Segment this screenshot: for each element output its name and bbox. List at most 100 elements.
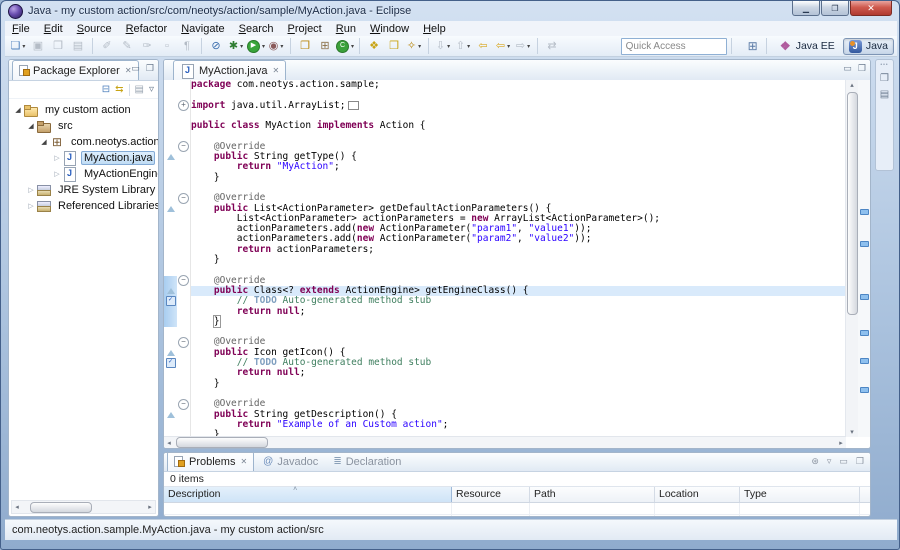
skip-breakpoints-icon[interactable]: ⊘ <box>207 37 225 55</box>
code-editor[interactable]: package com.neotys.action.sample;+import… <box>164 80 846 437</box>
collapse-arrow-icon[interactable]: ◢ <box>26 122 36 130</box>
close-window-button[interactable]: ✕ <box>850 1 892 16</box>
debug-icon-dropdown[interactable]: ▾ <box>240 43 243 50</box>
open-resource-icon[interactable]: ❒ <box>385 37 403 55</box>
menu-file[interactable]: File <box>5 23 37 35</box>
overview-marker[interactable] <box>860 241 869 247</box>
maximize-view-icon[interactable]: ❐ <box>856 456 864 467</box>
scroll-right-icon[interactable]: ▸ <box>145 503 155 511</box>
restore-view-icon[interactable]: ❐ <box>880 73 889 84</box>
drag-handle[interactable]: ••• <box>880 62 888 68</box>
run-icon[interactable]: ▶▾ <box>247 37 265 55</box>
perspective-java-ee[interactable]: ❖Java EE <box>773 38 841 55</box>
scroll-right-icon[interactable]: ▸ <box>836 439 846 447</box>
view-menu-arrow-icon[interactable]: ▿ <box>149 84 154 95</box>
menu-navigate[interactable]: Navigate <box>174 23 231 35</box>
new-class-icon-dropdown[interactable]: ▾ <box>351 43 354 50</box>
tree-item-src[interactable]: ◢src <box>9 118 158 134</box>
view-menu-icon[interactable]: ▿ <box>827 456 832 467</box>
menu-edit[interactable]: Edit <box>37 23 70 35</box>
perspective-java[interactable]: JJava <box>843 38 894 55</box>
editor-vscrollbar[interactable]: ▴ ▾ <box>845 80 858 437</box>
collapse-all-icon[interactable]: ⊟ <box>102 84 110 95</box>
collapse-fold-icon[interactable]: − <box>178 193 189 204</box>
tree-item-my-custom-action[interactable]: ◢my custom action <box>9 102 158 118</box>
tree-item-myaction-java[interactable]: ▷MyAction.java <box>9 150 158 166</box>
tree-item-com-neotys-action-sample[interactable]: ◢⊞com.neotys.action.sample <box>9 134 158 150</box>
tree-item-myactionengine-java[interactable]: ▷MyActionEngine.java <box>9 166 158 182</box>
tab-package-explorer[interactable]: Package Explorer ✕ <box>12 60 139 80</box>
minimize-view-icon[interactable]: ▭ <box>131 63 140 74</box>
package-explorer-hscrollbar[interactable]: ◂ ▸ <box>11 500 156 514</box>
close-icon[interactable]: ✕ <box>272 66 279 75</box>
menu-run[interactable]: Run <box>329 23 363 35</box>
last-edit-location-icon[interactable]: ⇦ <box>474 37 492 55</box>
collapse-fold-icon[interactable]: − <box>178 337 189 348</box>
quick-access-input[interactable] <box>621 38 727 55</box>
titlebar[interactable]: Java - my custom action/src/com/neotys/a… <box>1 1 899 21</box>
menu-project[interactable]: Project <box>281 23 329 35</box>
prev-annotation-icon-dropdown[interactable]: ▾ <box>467 43 470 50</box>
menu-window[interactable]: Window <box>363 23 416 35</box>
debug-icon[interactable]: ✱▾ <box>227 37 245 55</box>
menu-search[interactable]: Search <box>232 23 281 35</box>
tab-javadoc[interactable]: @Javadoc <box>257 452 324 471</box>
scroll-left-icon[interactable]: ◂ <box>164 439 174 447</box>
menu-source[interactable]: Source <box>70 23 119 35</box>
column-header-location[interactable]: Location <box>655 487 740 502</box>
column-header-path[interactable]: Path <box>530 487 655 502</box>
search-icon-dropdown[interactable]: ▾ <box>418 43 421 50</box>
editor-hscrollbar[interactable]: ◂ ▸ <box>164 436 846 448</box>
tab-declaration[interactable]: ≣Declaration <box>327 452 407 471</box>
menu-refactor[interactable]: Refactor <box>119 23 175 35</box>
link-with-editor-icon[interactable]: ⇆ <box>115 84 123 95</box>
scroll-up-icon[interactable]: ▴ <box>846 81 858 89</box>
new-wizard-icon-dropdown[interactable]: ▾ <box>22 43 25 50</box>
hscroll-thumb[interactable] <box>176 437 268 448</box>
overview-marker[interactable] <box>860 294 869 300</box>
overview-ruler[interactable] <box>858 80 870 437</box>
new-package-icon[interactable]: ⊞ <box>316 37 334 55</box>
minimize-window-button[interactable]: ▁ <box>792 1 820 16</box>
column-header-type[interactable]: Type <box>740 487 860 502</box>
coverage-icon[interactable]: ◉▾ <box>267 37 285 55</box>
expand-arrow-icon[interactable]: ▷ <box>26 186 36 194</box>
run-icon-dropdown[interactable]: ▾ <box>262 43 265 50</box>
tree-item-referenced-libraries[interactable]: ▷Referenced Libraries <box>9 198 158 214</box>
expand-fold-icon[interactable]: + <box>178 100 189 111</box>
column-header-resource[interactable]: Resource <box>452 487 530 502</box>
back-icon[interactable]: ⇦▾ <box>494 37 512 55</box>
collapse-fold-icon[interactable]: − <box>178 399 189 410</box>
next-annotation-icon-dropdown[interactable]: ▾ <box>447 43 450 50</box>
new-class-icon[interactable]: C▾ <box>336 37 354 55</box>
vscroll-thumb[interactable] <box>847 92 858 315</box>
maximize-editor-icon[interactable]: ❐ <box>858 63 866 74</box>
search-icon[interactable]: ✧▾ <box>405 37 423 55</box>
close-icon[interactable]: ✕ <box>240 457 247 466</box>
hscroll-thumb[interactable] <box>30 502 92 513</box>
collapse-arrow-icon[interactable]: ◢ <box>13 106 23 114</box>
scroll-down-icon[interactable]: ▾ <box>846 428 858 436</box>
filter-icon[interactable]: ⊛ <box>811 456 819 467</box>
maximize-view-icon[interactable]: ❐ <box>146 63 154 74</box>
overview-marker[interactable] <box>860 330 869 336</box>
menu-help[interactable]: Help <box>416 23 453 35</box>
new-wizard-icon[interactable]: ❏▾ <box>9 37 27 55</box>
view-menu-icon[interactable]: ▤ <box>135 84 144 95</box>
folded-region-icon[interactable] <box>348 101 359 110</box>
overview-marker[interactable] <box>860 387 869 393</box>
collapse-fold-icon[interactable]: − <box>178 275 189 286</box>
back-icon-dropdown[interactable]: ▾ <box>507 43 510 50</box>
tree-item-jre-system-library[interactable]: ▷JRE System Library [JavaSE-1.7 <box>9 182 158 198</box>
expand-arrow-icon[interactable]: ▷ <box>52 170 62 178</box>
column-header-description[interactable]: Description˄ <box>164 487 452 502</box>
new-java-project-icon[interactable]: ❐ <box>296 37 314 55</box>
overview-marker[interactable] <box>860 209 869 215</box>
outline-view-icon[interactable]: ▤ <box>880 89 889 100</box>
collapse-fold-icon[interactable]: − <box>178 141 189 152</box>
forward-icon-dropdown[interactable]: ▾ <box>527 43 530 50</box>
expand-arrow-icon[interactable]: ▷ <box>52 154 62 162</box>
tab-myaction-java[interactable]: MyAction.java ✕ <box>173 60 286 80</box>
maximize-window-button[interactable]: ❐ <box>821 1 849 16</box>
minimize-view-icon[interactable]: ▭ <box>839 456 848 467</box>
